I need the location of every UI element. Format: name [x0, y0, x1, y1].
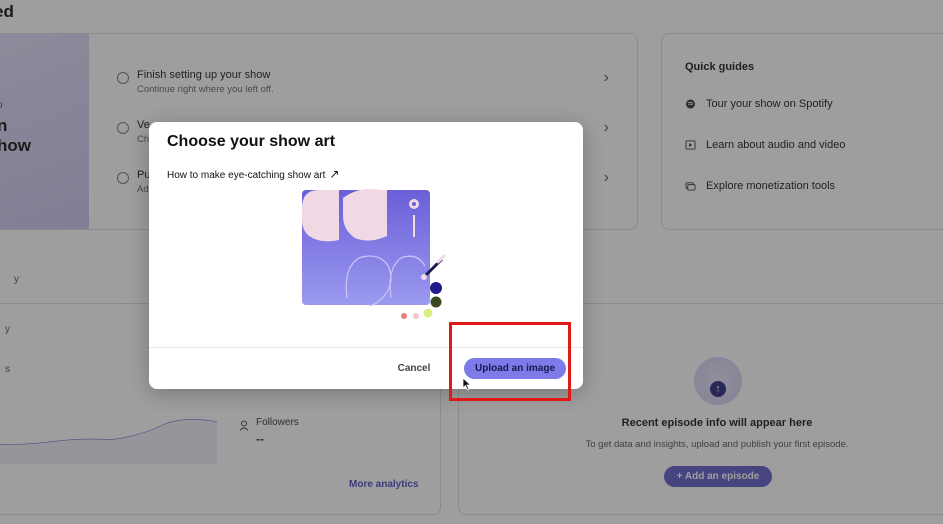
- cancel-button[interactable]: Cancel: [382, 359, 446, 379]
- external-arrow-icon: ↗: [329, 167, 340, 181]
- show-art-illustration: [302, 189, 446, 319]
- modal-title: Choose your show art: [167, 133, 336, 150]
- howto-link[interactable]: How to make eye-catching show art ↗: [167, 167, 339, 181]
- mouse-cursor-icon: [462, 377, 472, 391]
- howto-link-text: How to make eye-catching show art: [167, 170, 326, 181]
